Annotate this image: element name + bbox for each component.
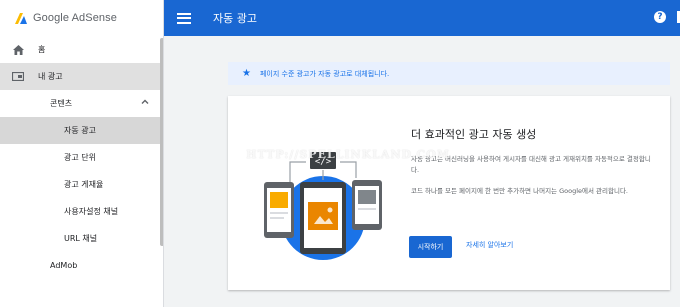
top-app-bar: 자동 광고 ? [164, 0, 680, 36]
menu-icon[interactable] [177, 12, 191, 24]
chevron-up-icon [141, 99, 149, 104]
get-started-button[interactable]: 시작하기 [409, 236, 452, 258]
home-icon [12, 44, 24, 56]
sidebar-item-my-ads[interactable]: 내 광고 [0, 63, 163, 90]
sidebar: Google AdSense 홈 내 광고 콘텐츠 자동 광고 광고 단위 광고… [0, 0, 164, 307]
sidebar-item-label: 홈 [38, 45, 46, 54]
page-title: 자동 광고 [213, 12, 257, 25]
sidebar-item-content[interactable]: 콘텐츠 [0, 90, 163, 117]
banner-link[interactable]: 페이지 수준 광고가 자동 광고로 대체됩니다. [260, 69, 389, 79]
ads-icon [12, 71, 24, 83]
star-icon: ★ [242, 67, 251, 79]
sidebar-item-label: 광고 게재율 [64, 180, 104, 189]
sidebar-item-label: AdMob [50, 261, 78, 270]
sidebar-scrollbar[interactable] [160, 38, 163, 246]
help-icon[interactable]: ? [654, 11, 666, 23]
sidebar-item-ad-units[interactable]: 광고 단위 [0, 144, 163, 171]
auto-ads-card: </> 더 효과적인 광고 자동 생성 자동 광고는 머신러닝을 사용하여 게시… [228, 96, 670, 290]
brand-logo-area[interactable]: Google AdSense [0, 0, 163, 36]
sidebar-item-admob[interactable]: AdMob [0, 252, 163, 279]
sidebar-item-label: 광고 단위 [64, 153, 96, 162]
sidebar-item-label: 콘텐츠 [50, 99, 73, 108]
sidebar-item-label: 사용자설정 채널 [64, 207, 119, 216]
sidebar-item-ad-balance[interactable]: 광고 게재율 [0, 171, 163, 198]
svg-text:</>: </> [315, 157, 332, 167]
sidebar-item-auto-ads[interactable]: 자동 광고 [0, 117, 163, 144]
card-title: 더 효과적인 광고 자동 생성 [411, 128, 537, 141]
sidebar-item-custom-channels[interactable]: 사용자설정 채널 [0, 198, 163, 225]
adsense-logo-icon [15, 13, 27, 24]
sidebar-item-label: URL 채널 [64, 234, 98, 243]
auto-ads-illustration: </> [264, 152, 382, 260]
info-banner: ★ 페이지 수준 광고가 자동 광고로 대체됩니다. [228, 62, 670, 85]
sidebar-item-label: 내 광고 [38, 72, 63, 81]
card-description-2: 코드 하나를 모든 페이지에 한 번만 추가하면 나머지는 Google에서 관… [411, 187, 629, 195]
sidebar-item-url-channels[interactable]: URL 채널 [0, 225, 163, 252]
sidebar-item-label: 자동 광고 [64, 126, 96, 135]
sidebar-item-home[interactable]: 홈 [0, 36, 163, 63]
brand-name: Google AdSense [33, 12, 117, 24]
card-description: 자동 광고는 머신러닝을 사용하여 게시자를 대신해 광고 게재위치를 자동적으… [411, 155, 651, 174]
learn-more-link[interactable]: 자세히 알아보기 [466, 240, 513, 250]
